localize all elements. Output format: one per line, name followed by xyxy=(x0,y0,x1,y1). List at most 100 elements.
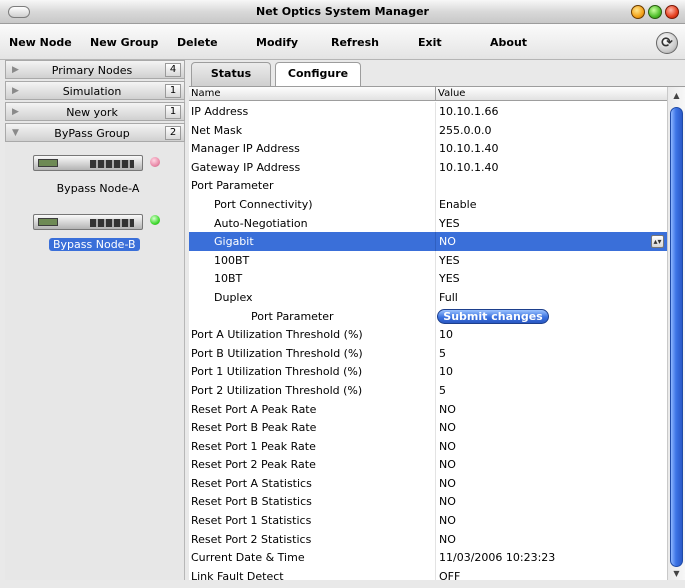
disclosure-right-icon[interactable]: ▶ xyxy=(12,107,19,117)
node-label[interactable]: Bypass Node-A xyxy=(53,182,143,195)
status-led-icon xyxy=(150,157,160,167)
minimize-button[interactable] xyxy=(631,5,645,19)
table-row[interactable]: 100BT YES xyxy=(189,250,667,270)
group-label: New york xyxy=(66,106,118,119)
row-value[interactable]: NO xyxy=(439,514,456,527)
table-row[interactable]: Port 2 Utilization Threshold (%) 5 xyxy=(189,380,667,400)
table-row[interactable]: Reset Port 2 Statistics NO xyxy=(189,529,667,549)
row-value[interactable]: NO xyxy=(439,477,456,490)
scroll-up-icon[interactable]: ▲ xyxy=(668,89,685,103)
about-button[interactable]: About xyxy=(490,36,527,49)
row-value[interactable]: 11/03/2006 10:23:23 xyxy=(439,551,555,564)
table-row[interactable]: Duplex Full xyxy=(189,287,667,307)
sync-icon[interactable]: ⟳ xyxy=(656,32,678,54)
row-value[interactable]: Enable xyxy=(439,198,476,211)
vertical-scrollbar[interactable]: ▲ ▼ xyxy=(667,87,685,580)
disclosure-right-icon[interactable]: ▶ xyxy=(12,65,19,75)
row-name: 10BT xyxy=(214,272,243,286)
row-name: Reset Port 1 Statistics xyxy=(191,514,312,528)
row-value[interactable]: 5 xyxy=(439,384,446,397)
row-name: Port A Utilization Threshold (%) xyxy=(191,328,363,342)
row-name: Reset Port A Peak Rate xyxy=(191,402,317,416)
row-value[interactable]: 10.10.1.40 xyxy=(439,161,498,174)
table-row[interactable]: Port Parameter xyxy=(189,176,667,195)
column-header-value[interactable]: Value xyxy=(438,88,465,99)
window-title: Net Optics System Manager xyxy=(256,5,429,18)
row-value[interactable]: YES xyxy=(439,254,460,267)
row-value[interactable]: 5 xyxy=(439,347,446,360)
row-name: Reset Port B Statistics xyxy=(191,495,312,509)
table-row[interactable]: Reset Port B Statistics NO xyxy=(189,492,667,512)
tab-configure[interactable]: Configure xyxy=(275,62,361,88)
table-row-selected[interactable]: Gigabit NO ▴▾ xyxy=(189,232,667,251)
row-value[interactable]: YES xyxy=(439,272,460,285)
table-row[interactable]: Reset Port 1 Peak Rate NO xyxy=(189,436,667,456)
modify-button[interactable]: Modify xyxy=(256,36,298,49)
row-value[interactable]: 10.10.1.66 xyxy=(439,105,498,118)
bypass-device-icon[interactable] xyxy=(33,155,143,171)
disclosure-down-icon[interactable]: ▼ xyxy=(12,128,19,138)
sidebar-group-bypass-group[interactable]: ▼ ByPass Group 2 xyxy=(5,123,185,142)
table-row[interactable]: Manager IP Address 10.10.1.40 xyxy=(189,139,667,158)
group-label: Simulation xyxy=(62,85,122,98)
row-value-dropdown[interactable]: NO xyxy=(439,235,456,248)
table-row[interactable]: Gateway IP Address 10.10.1.40 xyxy=(189,157,667,177)
delete-button[interactable]: Delete xyxy=(177,36,218,49)
sidebar-group-new-york[interactable]: ▶ New york 1 xyxy=(5,102,185,121)
table-row[interactable]: Link Fault Detect OFF xyxy=(189,566,667,580)
node-label-selected[interactable]: Bypass Node-B xyxy=(49,238,140,251)
row-value[interactable]: 10 xyxy=(439,328,453,341)
row-value[interactable]: NO xyxy=(439,495,456,508)
sidebar-group-primary-nodes[interactable]: ▶ Primary Nodes 4 xyxy=(5,60,185,79)
row-name: Port Parameter xyxy=(251,309,334,323)
dropdown-stepper-icon[interactable]: ▴▾ xyxy=(651,235,664,249)
zoom-button[interactable] xyxy=(648,5,662,19)
row-name: Auto-Negotiation xyxy=(214,216,308,230)
row-value[interactable]: NO xyxy=(439,533,456,546)
table-header: Name Value xyxy=(189,87,667,101)
table-row[interactable]: Current Date & Time 11/03/2006 10:23:23 xyxy=(189,548,667,567)
refresh-button[interactable]: Refresh xyxy=(331,36,379,49)
sidebar-group-simulation[interactable]: ▶ Simulation 1 xyxy=(5,81,185,100)
tab-status[interactable]: Status xyxy=(191,62,271,86)
table-row[interactable]: 10BT YES xyxy=(189,269,667,288)
row-value[interactable]: NO xyxy=(439,421,456,434)
column-header-name[interactable]: Name xyxy=(191,88,221,99)
row-value[interactable]: OFF xyxy=(439,570,460,580)
close-button[interactable] xyxy=(665,5,679,19)
table-row[interactable]: Reset Port 2 Peak Rate NO xyxy=(189,455,667,474)
row-value[interactable]: Full xyxy=(439,291,458,304)
row-value[interactable]: NO xyxy=(439,458,456,471)
row-name: Reset Port 2 Peak Rate xyxy=(191,458,316,472)
disclosure-right-icon[interactable]: ▶ xyxy=(12,86,19,96)
row-value[interactable]: 10.10.1.40 xyxy=(439,142,498,155)
table-row[interactable]: Port Connectivity) Enable xyxy=(189,194,667,214)
row-name: Link Fault Detect xyxy=(191,569,284,580)
scroll-down-icon[interactable]: ▼ xyxy=(668,567,685,580)
table-row[interactable]: IP Address 10.10.1.66 xyxy=(189,102,667,121)
new-node-button[interactable]: New Node xyxy=(9,36,72,49)
row-value[interactable]: 10 xyxy=(439,365,453,378)
table-row[interactable]: Reset Port B Peak Rate NO xyxy=(189,418,667,437)
table-row[interactable]: Net Mask 255.0.0.0 xyxy=(189,120,667,140)
table-row[interactable]: Auto-Negotiation YES xyxy=(189,213,667,233)
row-value[interactable]: YES xyxy=(439,217,460,230)
bypass-device-icon[interactable] xyxy=(33,214,143,230)
group-count-badge: 4 xyxy=(165,63,181,77)
row-value[interactable]: NO xyxy=(439,403,456,416)
device-ports xyxy=(90,219,134,227)
table-row[interactable]: Reset Port 1 Statistics NO xyxy=(189,511,667,530)
submit-changes-button[interactable]: Submit changes xyxy=(437,308,549,324)
row-value[interactable]: 255.0.0.0 xyxy=(439,124,491,137)
table-row[interactable]: Port A Utilization Threshold (%) 10 xyxy=(189,325,667,344)
exit-button[interactable]: Exit xyxy=(418,36,442,49)
new-group-button[interactable]: New Group xyxy=(90,36,158,49)
table-row[interactable]: Port 1 Utilization Threshold (%) 10 xyxy=(189,362,667,381)
row-name: Reset Port 1 Peak Rate xyxy=(191,439,316,453)
table-row[interactable]: Reset Port A Peak Rate NO xyxy=(189,399,667,419)
row-name: Current Date & Time xyxy=(191,551,305,565)
table-row[interactable]: Port B Utilization Threshold (%) 5 xyxy=(189,343,667,363)
row-value[interactable]: NO xyxy=(439,440,456,453)
scrollbar-thumb[interactable] xyxy=(670,107,683,567)
table-row[interactable]: Reset Port A Statistics NO xyxy=(189,473,667,493)
